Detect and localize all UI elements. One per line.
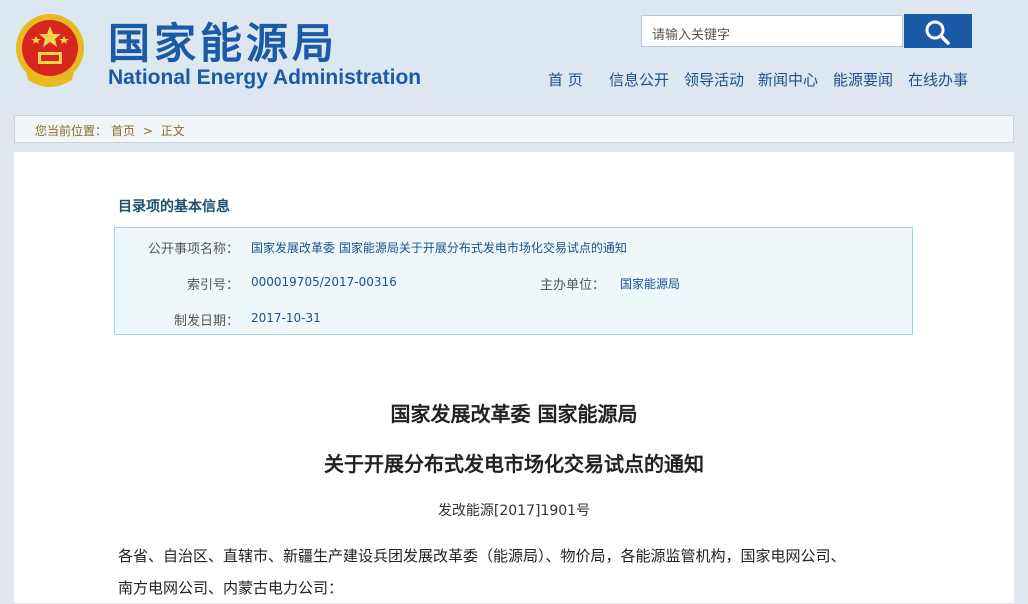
info-value-date: 2017-10-31 xyxy=(251,311,321,325)
nav-item-online-services[interactable]: 在线办事 xyxy=(908,69,968,90)
info-label-title: 公开事项名称： xyxy=(147,242,239,257)
document-title-line1: 国家发展改革委 国家能源局 xyxy=(390,402,638,426)
document-number: 发改能源[2017]1901号 xyxy=(437,503,591,519)
nav-item-leadership[interactable]: 领导活动 xyxy=(684,69,744,90)
breadcrumb-home-link[interactable]: 首页 xyxy=(111,124,135,138)
info-value-dept: 国家能源局 xyxy=(620,277,681,291)
info-label-index: 索引号： xyxy=(186,278,239,293)
breadcrumb-separator: > xyxy=(142,124,153,138)
body-line: 各省、自治区、直辖市、新疆生产建设兵团发展改革委（能源局）、物价局，各能源监管机… xyxy=(118,547,846,565)
site-header: 国家能源局 National Energy Administration 请输入… xyxy=(0,0,1028,108)
search-button[interactable] xyxy=(904,14,972,48)
info-label-dept: 主办单位： xyxy=(539,278,605,293)
info-value-title: 国家发展改革委 国家能源局关于开展分布式发电市场化交易试点的通知 xyxy=(251,241,627,255)
nav-item-energy-news[interactable]: 能源要闻 xyxy=(833,69,893,90)
nav-item-news[interactable]: 新闻中心 xyxy=(758,69,818,90)
breadcrumb-current: 正文 xyxy=(160,124,185,138)
nav-item-info-disclosure[interactable]: 信息公开 xyxy=(609,69,669,90)
info-label-date: 制发日期： xyxy=(173,314,239,329)
nav-item-home[interactable]: 首 页 xyxy=(548,69,583,90)
search-input[interactable]: 请输入关键字 xyxy=(641,15,903,47)
info-heading: 目录项的基本信息 xyxy=(118,199,230,215)
search-icon xyxy=(925,20,950,45)
national-emblem-icon[interactable] xyxy=(14,12,86,88)
document-title-line2: 关于开展分布式发电市场化交易试点的通知 xyxy=(324,452,704,476)
info-table: 公开事项名称： 国家发展改革委 国家能源局关于开展分布式发电市场化交易试点的通知… xyxy=(114,227,913,335)
site-title-en[interactable]: National Energy Administration xyxy=(108,66,421,90)
breadcrumb: 您当前位置： 首页 > 正文 xyxy=(14,115,1014,143)
main-content: 目录项的基本信息 公开事项名称： 国家发展改革委 国家能源局关于开展分布式发电市… xyxy=(14,152,1014,603)
info-value-index: 000019705/2017-00316 xyxy=(251,275,397,289)
body-line: 南方电网公司、内蒙古电力公司： xyxy=(118,579,344,597)
site-title-cn[interactable]: 国家能源局 xyxy=(108,10,338,71)
breadcrumb-prefix: 您当前位置： xyxy=(35,124,108,138)
document-body: 各省、自治区、直辖市、新疆生产建设兵团发展改革委（能源局）、物价局，各能源监管机… xyxy=(118,540,918,604)
